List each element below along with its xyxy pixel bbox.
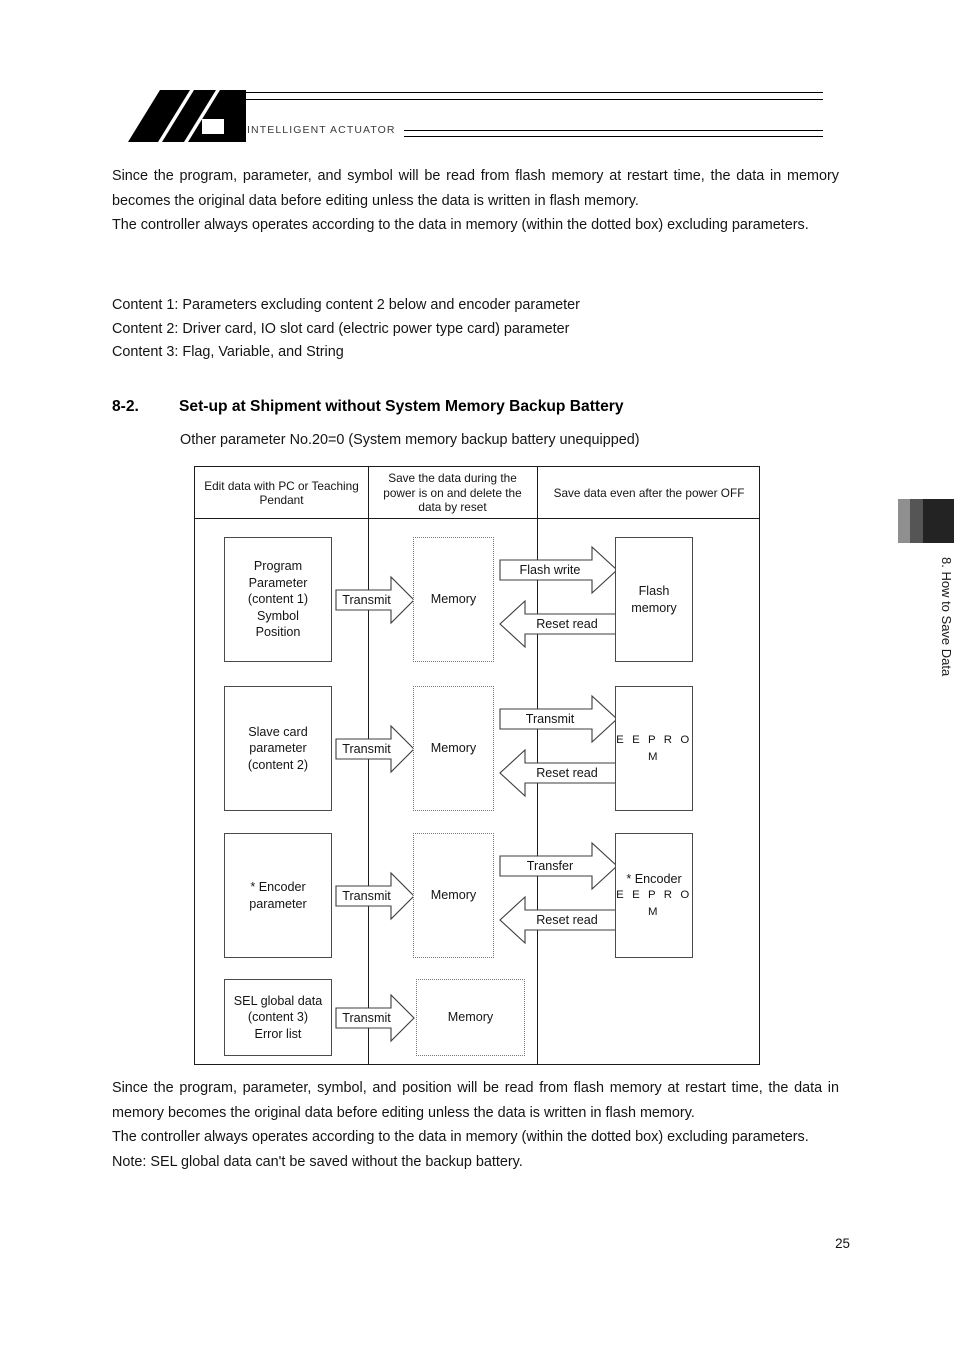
flash-memory-box: Flash memory bbox=[615, 537, 693, 662]
section-title: Set-up at Shipment without System Memory… bbox=[179, 398, 624, 415]
memory-box-row-3-label: Memory bbox=[430, 888, 477, 903]
outro-paragraph-text: Since the program, parameter, symbol, an… bbox=[112, 1080, 839, 1121]
transfer-arrow: Transfer bbox=[499, 841, 618, 891]
memory-box-row-2: Memory bbox=[413, 686, 494, 811]
header-rule-top bbox=[243, 92, 823, 100]
encoder-eeprom-box-line1: * Encoder bbox=[626, 871, 682, 886]
diagram-header-cell-volatile: Save the data during the power is on and… bbox=[383, 471, 522, 515]
memory-box-row-1-label: Memory bbox=[430, 592, 477, 607]
source-box-slave-card-label: Slave card parameter (content 2) bbox=[247, 724, 309, 772]
memory-box-row-2-label: Memory bbox=[430, 741, 477, 756]
chapter-side-tab: 8. How to Save Data bbox=[898, 499, 954, 714]
eeprom-box-label: E E P R O M bbox=[616, 734, 692, 763]
data-save-flow-diagram: Edit data with PC or Teaching Pendant Sa… bbox=[194, 466, 760, 1065]
page-header: INTELLIGENT ACTUATOR bbox=[0, 0, 954, 150]
intro-paragraph-line2: The controller always operates according… bbox=[112, 217, 809, 233]
memory-box-row-3: Memory bbox=[413, 833, 494, 958]
intro-paragraph: Since the program, parameter, and symbol… bbox=[112, 164, 839, 238]
side-tab-band-mid bbox=[910, 499, 923, 543]
side-tab-label: 8. How to Save Data bbox=[939, 557, 954, 677]
encoder-eeprom-box-line2: E E P R O M bbox=[616, 889, 692, 918]
transmit-arrow-eeprom: Transmit bbox=[499, 694, 618, 744]
source-box-sel-global-label: SEL global data (content 3) Error list bbox=[233, 993, 323, 1041]
page-number: 25 bbox=[835, 1236, 850, 1251]
side-tab-band-dark bbox=[923, 499, 954, 543]
intelligent-actuator-logo-icon bbox=[128, 90, 246, 142]
flash-write-arrow: Flash write bbox=[499, 545, 618, 595]
source-box-encoder: * Encoder parameter bbox=[224, 833, 332, 958]
diagram-header-cell-persistent: Save data even after the power OFF bbox=[553, 485, 745, 500]
content-list: Content 1: Parameters excluding content … bbox=[112, 294, 839, 365]
outro-paragraph: Since the program, parameter, symbol, an… bbox=[112, 1076, 839, 1174]
outro-paragraph-line2: The controller always operates according… bbox=[112, 1129, 809, 1145]
reset-read-arrow-row-2: Reset read bbox=[499, 748, 618, 798]
content-list-item-1: Content 1: Parameters excluding content … bbox=[112, 297, 580, 313]
diagram-header-cell-edit: Edit data with PC or Teaching Pendant bbox=[204, 478, 359, 508]
flash-memory-box-label: Flash memory bbox=[631, 584, 677, 615]
outro-paragraph-note: Note: SEL global data can't be saved wit… bbox=[112, 1153, 523, 1170]
reset-read-arrow-row-3: Reset read bbox=[499, 895, 618, 945]
memory-box-row-4-label: Memory bbox=[447, 1010, 494, 1025]
logo-wordmark: INTELLIGENT ACTUATOR bbox=[247, 124, 396, 136]
memory-box-row-4: Memory bbox=[416, 979, 525, 1056]
intro-paragraph-text: Since the program, parameter, and symbol… bbox=[112, 168, 839, 209]
encoder-eeprom-box: * Encoder E E P R O M bbox=[615, 833, 693, 958]
transmit-arrow-row-1: Transmit bbox=[335, 575, 415, 625]
source-box-slave-card: Slave card parameter (content 2) bbox=[224, 686, 332, 811]
transmit-arrow-row-2: Transmit bbox=[335, 724, 415, 774]
section-subtitle: Other parameter No.20=0 (System memory b… bbox=[180, 432, 640, 448]
reset-read-arrow-row-1: Reset read bbox=[499, 599, 618, 649]
page-title: 8-2. Set-up at Shipment without System Me… bbox=[112, 398, 624, 416]
header-rule-bottom bbox=[404, 130, 823, 137]
source-box-program-label: Program Parameter (content 1) Symbol Positio… bbox=[247, 559, 309, 640]
source-box-program: Program Parameter (content 1) Symbol Positio… bbox=[224, 537, 332, 662]
eeprom-box: E E P R O M bbox=[615, 686, 693, 811]
side-tab-band-light bbox=[898, 499, 910, 543]
content-list-item-3: Content 3: Flag, Variable, and String bbox=[112, 344, 344, 360]
memory-box-row-1: Memory bbox=[413, 537, 494, 662]
diagram-header-row: Edit data with PC or Teaching Pendant Sa… bbox=[195, 467, 759, 519]
source-box-encoder-label: * Encoder parameter bbox=[249, 880, 307, 911]
source-box-sel-global: SEL global data (content 3) Error list bbox=[224, 979, 332, 1056]
transmit-arrow-row-4: Transmit bbox=[335, 993, 415, 1043]
content-list-item-2: Content 2: Driver card, IO slot card (el… bbox=[112, 320, 570, 337]
section-number: 8-2. bbox=[112, 398, 139, 415]
transmit-arrow-row-3: Transmit bbox=[335, 871, 415, 921]
